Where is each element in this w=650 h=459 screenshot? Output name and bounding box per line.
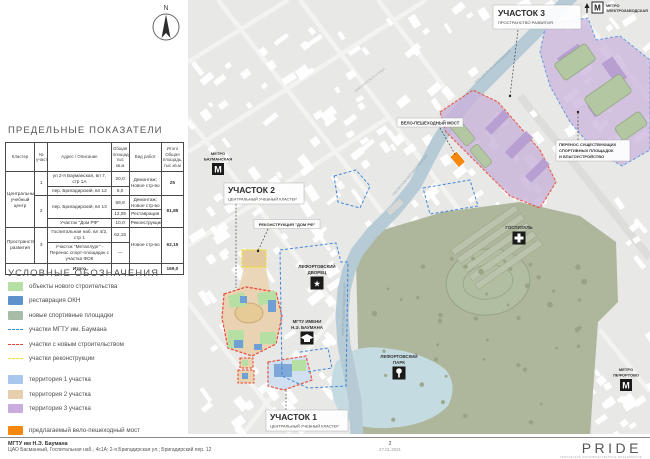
legend: объекты нового строительства реставрация… xyxy=(8,282,140,435)
okn-restoration-swatch xyxy=(8,296,23,305)
sheet-date: 27.01.2021 xyxy=(360,447,420,452)
city-map: БАКУНИНСКАЯ УЛИЦА РУБЦОВСКАЯ НАБЕРЕЖНАЯ … xyxy=(188,0,650,434)
svg-text:ЭЛЕКТРОЗАВОДСКАЯ: ЭЛЕКТРОЗАВОДСКАЯ xyxy=(606,9,648,13)
svg-text:УЧАСТОК 3: УЧАСТОК 3 xyxy=(498,8,545,18)
sports-grounds-swatch xyxy=(8,311,23,320)
svg-text:И БЛАГОУСТРОЙСТВО: И БЛАГОУСТРОЙСТВО xyxy=(559,154,604,159)
svg-text:ВЕЛО-ПЕШЕХОДНЫЙ МОСТ: ВЕЛО-ПЕШЕХОДНЫЙ МОСТ xyxy=(401,121,460,126)
svg-text:М: М xyxy=(594,4,601,13)
reconstruction-parcel-dash-swatch xyxy=(8,358,23,359)
legend-item: реставрация ОКН xyxy=(8,296,140,305)
svg-text:М: М xyxy=(622,381,630,391)
col-work: Вид работ xyxy=(129,143,161,172)
svg-text:МЕТРО: МЕТРО xyxy=(606,4,619,8)
col-num: № участка xyxy=(35,143,48,172)
masterplan-sheet: { "compass": {"label": "N"}, "indicators… xyxy=(0,0,650,458)
legend-item: участки реконструкции xyxy=(8,354,140,363)
legend-title: УСЛОВНЫЕ ОБОЗНАЧЕНИЯ xyxy=(8,268,159,279)
svg-text:ДВОРЕЦ: ДВОРЕЦ xyxy=(308,270,327,275)
bridge-swatch xyxy=(8,426,23,435)
svg-text:РЕКОНСТРУКЦИЯ "ДОМ РФ": РЕКОНСТРУКЦИЯ "ДОМ РФ" xyxy=(259,222,316,227)
footer-project-info: МГТУ им Н.Э. Баумана ЦАО Басманный, Госп… xyxy=(8,441,338,458)
svg-text:СПОРТИВНЫХ ПЛОЩАДОК: СПОРТИВНЫХ ПЛОЩАДОК xyxy=(559,148,614,153)
territory-3-swatch xyxy=(8,404,23,413)
col-address: Адрес / Описание xyxy=(48,143,111,172)
table-row: Центральный учебный центр 1 ул 2-я Баума… xyxy=(6,172,184,187)
territory-1-swatch xyxy=(8,375,23,384)
svg-text:МЕТРО: МЕТРО xyxy=(619,367,633,372)
col-cluster: Кластер xyxy=(6,143,35,172)
svg-text:УЧАСТОК 2: УЧАСТОК 2 xyxy=(228,185,275,195)
legend-item: новые спортивные площадки xyxy=(8,311,140,320)
svg-text:★: ★ xyxy=(313,279,321,289)
svg-text:МГТУ ИМЕНИ: МГТУ ИМЕНИ xyxy=(293,319,322,324)
velo-bridge-label: ВЕЛО-ПЕШЕХОДНЫЙ МОСТ xyxy=(397,118,463,127)
legend-item: территория 1 участка xyxy=(8,375,140,384)
legend-item: объекты нового строительства xyxy=(8,282,140,291)
svg-text:М: М xyxy=(214,165,222,175)
dom-rf-label: РЕКОНСТРУКЦИЯ "ДОМ РФ" xyxy=(254,220,320,229)
svg-text:ГОСПИТАЛЬ: ГОСПИТАЛЬ xyxy=(505,225,532,230)
sheet-footer: МГТУ им Н.Э. Баумана ЦАО Басманный, Госп… xyxy=(0,437,650,458)
site2-label: УЧАСТОК 2 ЦЕНТРАЛЬНЫЙ УЧЕБНЫЙ КЛАСТЕР xyxy=(224,183,304,204)
col-total: Итого Общая площадь, тыс кв.м xyxy=(161,143,183,172)
plot-1: 1 xyxy=(35,172,48,196)
col-area: Общая площадь, тыс кв.м xyxy=(111,143,129,172)
svg-text:N: N xyxy=(163,5,168,12)
mgtu-parcel-dash-swatch xyxy=(8,329,23,330)
legend-item: территория 3 участка xyxy=(8,404,140,413)
svg-text:ЛЕФОРТОВО: ЛЕФОРТОВО xyxy=(613,373,639,378)
svg-text:ПРОСТРАНСТВО РАЗВИТИЯ: ПРОСТРАНСТВО РАЗВИТИЯ xyxy=(498,20,553,25)
svg-text:ЦЕНТРАЛЬНЫЙ УЧЕБНЫЙ КЛАСТЕР: ЦЕНТРАЛЬНЫЙ УЧЕБНЫЙ КЛАСТЕР xyxy=(228,197,297,202)
cluster-2: Пространство развития xyxy=(6,228,35,263)
table-header-row: Кластер № участка Адрес / Описание Общая… xyxy=(6,143,184,172)
dom-rf-building xyxy=(242,250,266,267)
legend-item: предлагаемый вело-пешеходный мост xyxy=(8,426,140,435)
project-address: ЦАО Басманный, Госпитальная наб., 4с1А; … xyxy=(8,447,338,453)
perenos-label: ПЕРЕНОС СУЩЕСТВУЮЩИХ СПОРТИВНЫХ ПЛОЩАДОК… xyxy=(556,140,630,161)
footer-page-block: 2 27.01.2021 xyxy=(360,441,420,458)
svg-text:ЛЕФОРТОВСКИЙ: ЛЕФОРТОВСКИЙ xyxy=(380,354,417,359)
cluster-1: Центральный учебный центр xyxy=(6,172,35,228)
site3-label: УЧАСТОК 3 ПРОСТРАНСТВО РАЗВИТИЯ xyxy=(493,5,581,29)
north-arrow-icon: N xyxy=(146,2,186,44)
svg-text:МЕТРО: МЕТРО xyxy=(211,151,225,156)
svg-text:ПЕРЕНОС СУЩЕСТВУЮЩИХ: ПЕРЕНОС СУЩЕСТВУЮЩИХ xyxy=(559,142,616,147)
plot-2: 2 xyxy=(35,195,48,228)
svg-text:БАУМАНСКАЯ: БАУМАНСКАЯ xyxy=(204,157,232,162)
site1-label: УЧАСТОК 1 ЦЕНТРАЛЬНЫЙ УЧЕБНЫЙ КЛАСТЕР xyxy=(266,410,348,431)
legend-item: территория 2 участка xyxy=(8,390,140,399)
svg-text:ЛЕФОРТОВСКИЙ: ЛЕФОРТОВСКИЙ xyxy=(298,264,335,269)
table-row: Пространство развития 3 Госпитальная наб… xyxy=(6,228,184,243)
pride-logo: PRIDE xyxy=(442,441,642,455)
svg-text:ПАРК: ПАРК xyxy=(393,360,405,365)
plot-3: 3 xyxy=(35,228,48,263)
new-construction-swatch xyxy=(8,282,23,291)
pride-logo-tagline: ТВОРЧЕСКОЕ ПРОИЗВОДСТВЕННОЕ ОБЪЕДИНЕНИЕ xyxy=(442,456,642,459)
svg-text:УЧАСТОК 1: УЧАСТОК 1 xyxy=(270,412,317,422)
limit-indicators-table: Кластер № участка Адрес / Описание Общая… xyxy=(5,142,184,275)
indicators-title: ПРЕДЕЛЬНЫЕ ПОКАЗАТЕЛИ xyxy=(8,125,163,136)
footer-logo-block: PRIDE ТВОРЧЕСКОЕ ПРОИЗВОДСТВЕННОЕ ОБЪЕДИ… xyxy=(442,441,642,458)
new-construction-parcel-dash-swatch xyxy=(8,344,23,345)
territory-2-fragment xyxy=(238,358,254,383)
svg-text:Н.Э. БАУМАНА: Н.Э. БАУМАНА xyxy=(291,325,324,330)
territory-2-swatch xyxy=(8,390,23,399)
legend-item: участки МГТУ им. Баумана xyxy=(8,325,140,334)
svg-text:ЦЕНТРАЛЬНЫЙ УЧЕБНЫЙ КЛАСТЕР: ЦЕНТРАЛЬНЫЙ УЧЕБНЫЙ КЛАСТЕР xyxy=(270,424,339,429)
legend-item: участки с новым строительством xyxy=(8,340,140,349)
